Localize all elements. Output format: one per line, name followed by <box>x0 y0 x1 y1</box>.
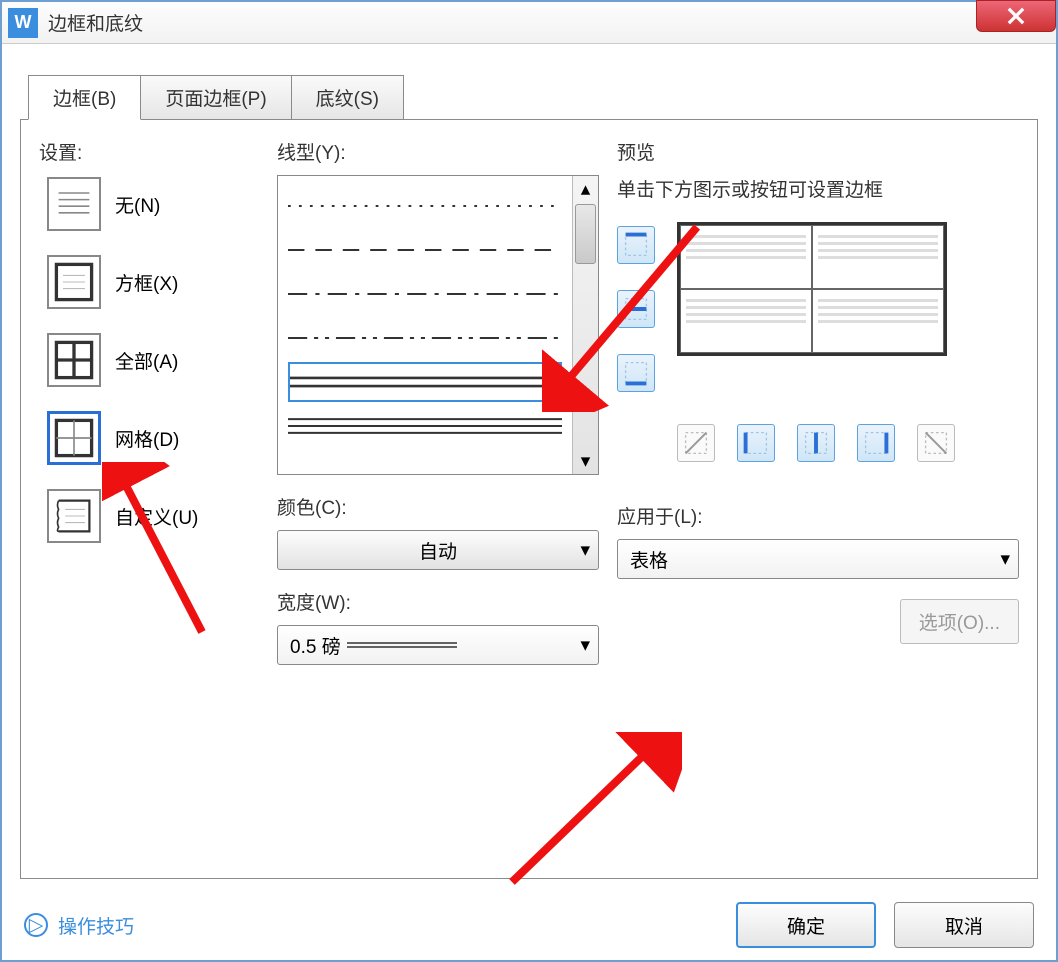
custom-icon <box>47 489 101 543</box>
tab-bar: 边框(B) 页面边框(P) 底纹(S) <box>28 74 1056 119</box>
settings-column: 设置: 无(N) 方框(X) 全部(A) 网格(D) 自定义(U) <box>39 138 259 860</box>
borders-shading-dialog: W 边框和底纹 边框(B) 页面边框(P) 底纹(S) 设置: 无(N) 方框(… <box>0 0 1058 962</box>
scroll-up-button[interactable]: ▴ <box>573 176 598 202</box>
preview-area <box>617 222 1019 392</box>
width-label: 宽度(W): <box>277 588 599 615</box>
cancel-button[interactable]: 取消 <box>894 902 1034 948</box>
preview-diagram[interactable] <box>677 222 947 356</box>
apply-to-combo[interactable]: 表格 ▾ <box>617 539 1019 579</box>
edge-right-button[interactable] <box>857 424 895 462</box>
setting-all[interactable]: 全部(A) <box>47 333 259 387</box>
style-label: 线型(Y): <box>277 138 599 165</box>
tips-icon: ▷ <box>24 913 48 937</box>
titlebar: W 边框和底纹 <box>2 2 1056 44</box>
close-button[interactable] <box>976 0 1056 32</box>
line-style-items <box>278 176 572 474</box>
line-style-list[interactable]: ▴ ▾ <box>277 175 599 475</box>
setting-custom[interactable]: 自定义(U) <box>47 489 259 543</box>
setting-box[interactable]: 方框(X) <box>47 255 259 309</box>
tab-page-border[interactable]: 页面边框(P) <box>140 75 291 120</box>
ok-button[interactable]: 确定 <box>736 902 876 948</box>
dropdown-arrow-icon: ▾ <box>580 539 590 562</box>
line-style-dotted[interactable] <box>288 186 562 226</box>
width-value: 0.5 磅 <box>290 632 341 659</box>
line-style-dashdotdot[interactable] <box>288 318 562 358</box>
width-combo[interactable]: 0.5 磅 ▾ <box>277 625 599 665</box>
apply-to-label: 应用于(L): <box>617 502 1019 529</box>
dropdown-arrow-icon: ▾ <box>1000 548 1010 571</box>
edge-bottom-button[interactable] <box>617 354 655 392</box>
apply-to-section: 应用于(L): 表格 ▾ <box>617 502 1019 579</box>
edge-top-button[interactable] <box>617 226 655 264</box>
setting-all-label: 全部(A) <box>115 347 178 374</box>
tab-border[interactable]: 边框(B) <box>28 75 141 120</box>
grid-icon <box>47 411 101 465</box>
edge-diag2-button[interactable] <box>917 424 955 462</box>
box-icon <box>47 255 101 309</box>
setting-grid-label: 网格(D) <box>115 425 179 452</box>
window-title: 边框和底纹 <box>48 9 143 36</box>
app-icon: W <box>8 8 38 38</box>
line-style-dashdot[interactable] <box>288 274 562 314</box>
tab-shading[interactable]: 底纹(S) <box>291 75 404 120</box>
dropdown-arrow-icon: ▾ <box>580 634 590 657</box>
edge-hmiddle-button[interactable] <box>617 290 655 328</box>
edge-vmiddle-button[interactable] <box>797 424 835 462</box>
edge-buttons-horizontal <box>677 424 1019 462</box>
line-style-dashed[interactable] <box>288 230 562 270</box>
color-combo[interactable]: 自动 ▾ <box>277 530 599 570</box>
setting-custom-label: 自定义(U) <box>115 503 198 530</box>
main-panel: 设置: 无(N) 方框(X) 全部(A) 网格(D) 自定义(U) <box>20 119 1038 879</box>
setting-none[interactable]: 无(N) <box>47 177 259 231</box>
all-icon <box>47 333 101 387</box>
scroll-track[interactable] <box>573 266 598 448</box>
setting-none-label: 无(N) <box>115 191 160 218</box>
scroll-thumb[interactable] <box>575 204 596 264</box>
color-value: 自动 <box>419 537 457 564</box>
options-row: 选项(O)... <box>617 599 1019 644</box>
preview-column: 预览 单击下方图示或按钮可设置边框 <box>617 138 1019 860</box>
color-label: 颜色(C): <box>277 493 599 520</box>
edge-diag1-button[interactable] <box>677 424 715 462</box>
style-column: 线型(Y): ▴ ▾ 颜色(C): 自动 <box>277 138 599 860</box>
close-icon <box>1007 7 1025 25</box>
line-style-double[interactable] <box>288 362 562 402</box>
dialog-footer: ▷ 操作技巧 确定 取消 <box>2 902 1056 948</box>
settings-label: 设置: <box>39 138 259 165</box>
setting-box-label: 方框(X) <box>115 269 178 296</box>
setting-grid[interactable]: 网格(D) <box>47 411 259 465</box>
preview-hint: 单击下方图示或按钮可设置边框 <box>617 175 1019 202</box>
preview-label: 预览 <box>617 138 1019 165</box>
edge-left-button[interactable] <box>737 424 775 462</box>
style-scrollbar[interactable]: ▴ ▾ <box>572 176 598 474</box>
line-style-triple[interactable] <box>288 406 562 446</box>
width-sample-icon <box>347 639 457 651</box>
none-icon <box>47 177 101 231</box>
tips-link[interactable]: 操作技巧 <box>58 912 134 939</box>
scroll-down-button[interactable]: ▾ <box>573 448 598 474</box>
apply-to-value: 表格 <box>630 546 668 573</box>
options-button: 选项(O)... <box>900 599 1019 644</box>
edge-buttons-vertical <box>617 226 655 392</box>
